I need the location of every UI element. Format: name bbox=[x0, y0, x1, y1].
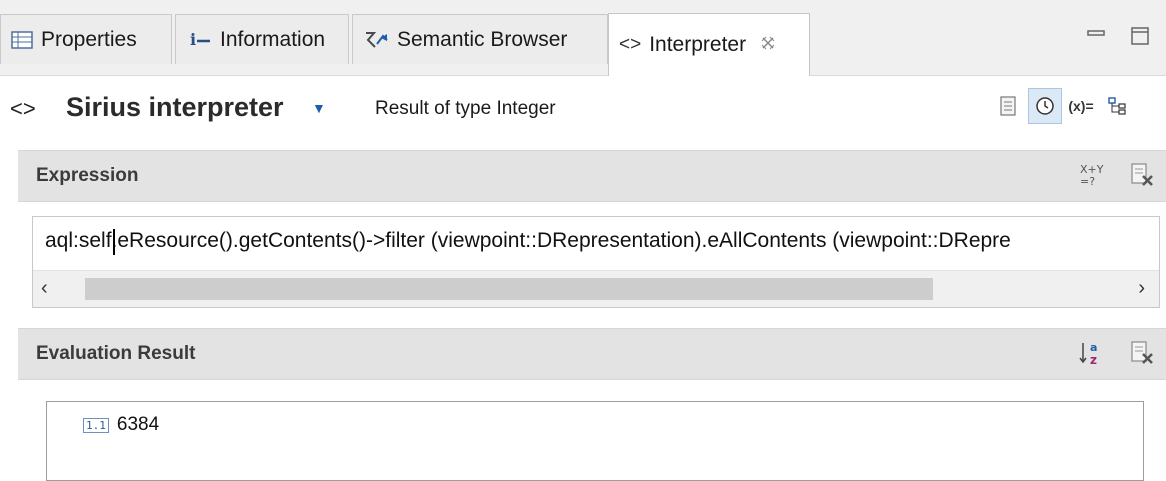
tab-semantic-browser[interactable]: Semantic Browser bbox=[352, 14, 608, 64]
information-icon: i bbox=[186, 30, 212, 50]
list-item[interactable]: 1.1 6384 bbox=[83, 414, 159, 436]
clear-result-button[interactable] bbox=[1128, 339, 1156, 372]
interpreter-dropdown-icon[interactable]: ▼ bbox=[312, 100, 326, 116]
clear-icon bbox=[1131, 341, 1153, 364]
collapse-all-button[interactable] bbox=[1101, 88, 1135, 124]
semantic-browser-icon bbox=[363, 30, 389, 50]
expression-text[interactable]: aql:self.eResource().getContents()->filt… bbox=[45, 229, 1011, 253]
link-with-editor-button[interactable] bbox=[992, 88, 1026, 124]
svg-text:=?: =? bbox=[1080, 175, 1095, 188]
scrollbar-thumb[interactable] bbox=[85, 278, 933, 300]
view-tab-bar: Properties i Information Semantic Browse… bbox=[0, 0, 1166, 76]
expression-editor[interactable]: aql:self.eResource().getContents()->filt… bbox=[32, 216, 1160, 308]
clear-icon bbox=[1131, 163, 1153, 186]
tab-label: Properties bbox=[41, 27, 137, 51]
evaluation-section-title: Evaluation Result bbox=[36, 343, 196, 364]
close-icon[interactable] bbox=[760, 35, 776, 56]
page-title: Sirius interpreter bbox=[66, 92, 284, 122]
tab-information[interactable]: i Information bbox=[175, 14, 349, 64]
result-type-label: Result of type Integer bbox=[375, 98, 556, 119]
tab-label: Interpreter bbox=[649, 33, 747, 56]
tab-interpreter[interactable]: <> Interpreter bbox=[608, 13, 810, 76]
evaluation-result-tree[interactable]: 1.1 6384 bbox=[46, 401, 1144, 481]
tab-label: Information bbox=[220, 27, 326, 51]
svg-text:z: z bbox=[1090, 353, 1097, 367]
result-value: 6384 bbox=[116, 414, 160, 435]
svg-text:i: i bbox=[190, 30, 196, 49]
evaluation-section-header[interactable]: Evaluation Result a z bbox=[18, 328, 1166, 380]
variables-icon: (x)= bbox=[1068, 98, 1094, 114]
text-cursor bbox=[113, 229, 115, 255]
integer-icon: 1.1 bbox=[83, 417, 109, 433]
tab-label: Semantic Browser bbox=[397, 27, 568, 51]
scroll-right-icon[interactable]: › bbox=[1138, 277, 1145, 300]
expression-section-title: Expression bbox=[36, 165, 139, 186]
scroll-left-icon[interactable]: ‹ bbox=[41, 277, 48, 300]
tree-layout-icon bbox=[1108, 97, 1126, 115]
content-assist-button[interactable]: X+Y =? bbox=[1078, 161, 1106, 194]
document-icon bbox=[1000, 96, 1016, 116]
content-assist-icon: X+Y =? bbox=[1080, 163, 1104, 188]
minimize-icon[interactable] bbox=[1086, 26, 1106, 51]
interpreter-icon: <> bbox=[10, 96, 36, 121]
realtime-evaluation-button[interactable] bbox=[1028, 88, 1062, 124]
clear-expression-button[interactable] bbox=[1128, 161, 1156, 194]
maximize-icon[interactable] bbox=[1130, 26, 1150, 51]
sort-az-icon: a z bbox=[1079, 341, 1097, 367]
variables-button[interactable]: (x)= bbox=[1063, 88, 1099, 124]
clock-icon bbox=[1036, 97, 1054, 115]
tab-properties[interactable]: Properties bbox=[0, 14, 172, 64]
properties-icon bbox=[11, 30, 33, 49]
expression-section-header[interactable]: Expression X+Y =? bbox=[18, 150, 1166, 202]
horizontal-scrollbar[interactable]: ‹ › bbox=[33, 270, 1159, 307]
interpreter-icon: <> bbox=[619, 34, 642, 55]
sort-button[interactable]: a z bbox=[1078, 339, 1106, 372]
